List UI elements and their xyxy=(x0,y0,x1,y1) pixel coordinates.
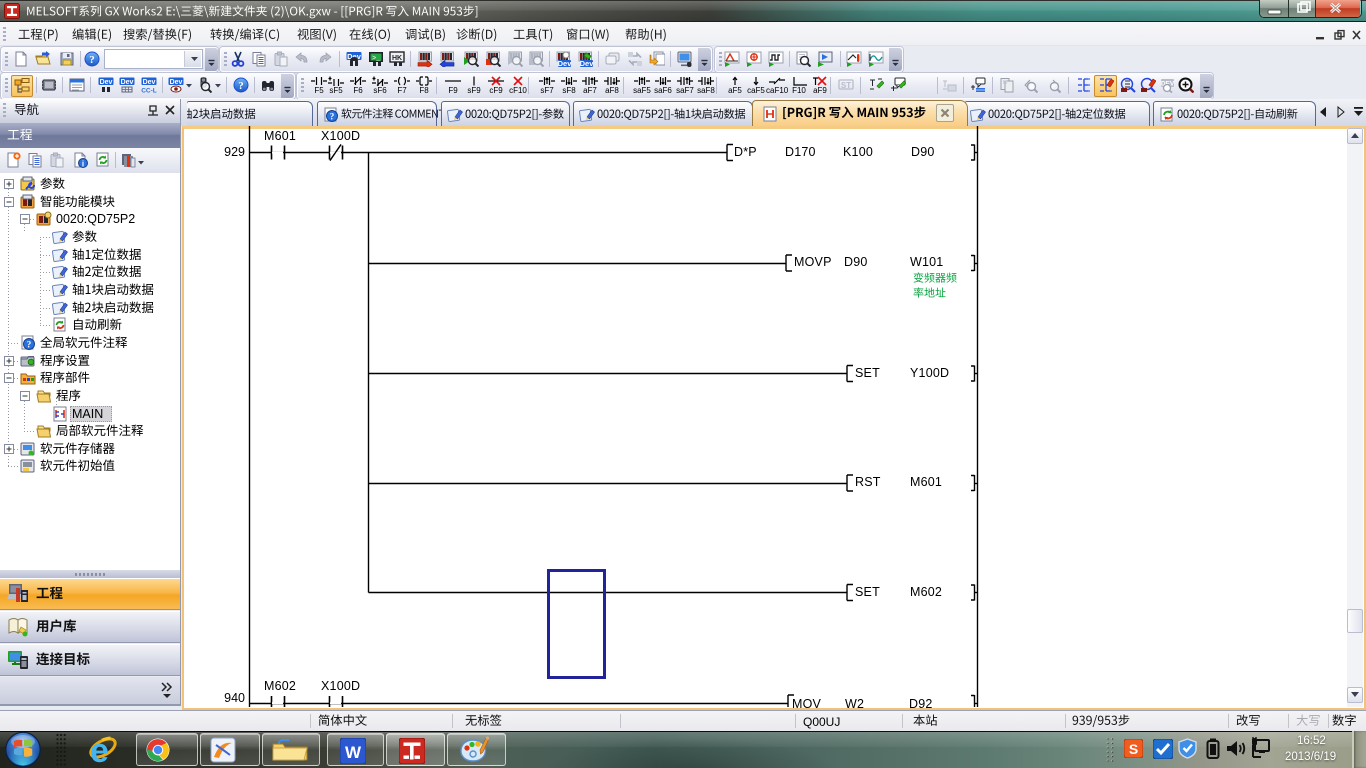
svg-text:CC-L: CC-L xyxy=(141,88,157,94)
svg-text:Dev: Dev xyxy=(100,79,113,86)
svg-text:HK: HK xyxy=(392,55,402,62)
svg-text:S: S xyxy=(1129,741,1138,757)
svg-text:>_: >_ xyxy=(372,55,381,63)
svg-text:?: ? xyxy=(238,80,244,92)
svg-text:Dev: Dev xyxy=(580,59,593,67)
svg-text:ST: ST xyxy=(841,81,851,90)
svg-text:Dev: Dev xyxy=(121,79,134,86)
svg-text:?: ? xyxy=(89,54,95,66)
svg-text:Dev: Dev xyxy=(170,79,183,86)
svg-text:i: i xyxy=(82,160,84,169)
svg-text:Dev: Dev xyxy=(143,79,156,86)
svg-text:W: W xyxy=(345,743,362,762)
svg-text:Dev: Dev xyxy=(558,59,571,67)
svg-text:?: ? xyxy=(27,340,32,350)
svg-text:?: ? xyxy=(330,112,335,122)
